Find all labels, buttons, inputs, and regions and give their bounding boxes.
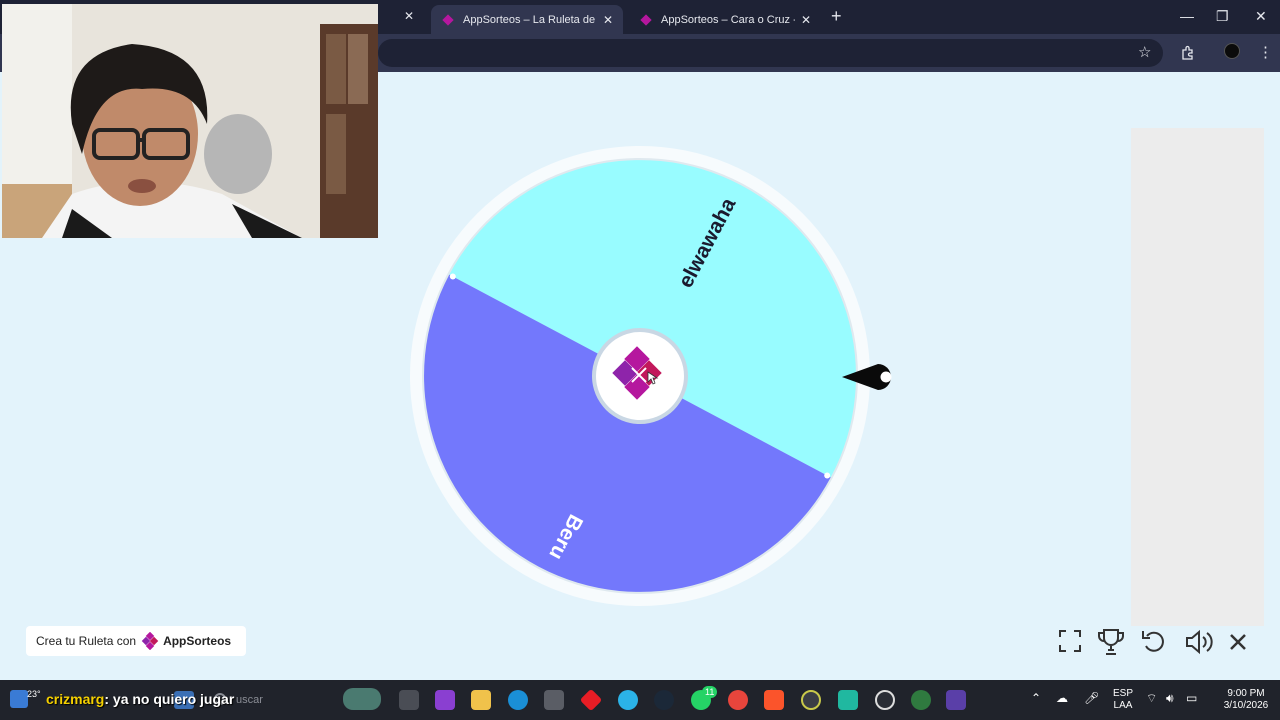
steam-app-icon[interactable]: [654, 690, 674, 710]
obs-app-icon[interactable]: [875, 690, 895, 710]
menu-kebab-icon[interactable]: ⋮: [1258, 43, 1273, 61]
brave-app-icon[interactable]: [764, 690, 784, 710]
wheel-pointer: [842, 364, 892, 390]
close-icon[interactable]: [1228, 632, 1248, 652]
create-wheel-badge[interactable]: Crea tu Ruleta con AppSorteos: [26, 626, 246, 656]
onedrive-icon[interactable]: ☁: [1056, 692, 1068, 704]
microphone-icon[interactable]: 🎤︎: [1084, 692, 1099, 704]
appsorteos-logo-icon: [141, 632, 159, 650]
reset-icon[interactable]: [1141, 628, 1167, 656]
file-manager-app-icon[interactable]: [399, 690, 419, 710]
badge-brand: AppSorteos: [163, 634, 232, 648]
volume-icon[interactable]: [1184, 628, 1214, 656]
clock-date: 3/10/2026: [1223, 700, 1269, 711]
chat-username: crizmarg: [46, 691, 105, 707]
ad-side-panel: [1131, 128, 1264, 626]
appsorteos-favicon-icon: [640, 13, 652, 26]
language-indicator[interactable]: ESP LAA: [1110, 688, 1136, 712]
tab-ruleta[interactable]: AppSorteos – La Ruleta de la Suerte ✕: [431, 5, 623, 34]
stream-chat-message: crizmarg: ya no quiero jugar: [46, 691, 234, 707]
search-highlight-image: [343, 688, 381, 710]
language-code: ESP: [1112, 688, 1133, 699]
webcam-overlay: [2, 4, 378, 238]
tab-close-icon[interactable]: ✕: [597, 13, 613, 27]
store-app-icon[interactable]: [544, 690, 564, 710]
minimize-icon[interactable]: —: [1180, 8, 1194, 24]
temperature: 23°: [27, 689, 41, 699]
chat-text: : ya no quiero jugar: [104, 691, 235, 707]
whatsapp-badge: 11: [702, 686, 718, 698]
trophy-icon[interactable]: [1096, 628, 1126, 656]
window-close-icon[interactable]: ✕: [1255, 8, 1267, 25]
profile-avatar-icon[interactable]: [1224, 43, 1240, 59]
appsorteos-favicon-icon: [442, 13, 454, 26]
bookmark-star-icon[interactable]: ☆: [1138, 43, 1151, 61]
tab-title: AppSorteos – La Ruleta de la Suerte: [463, 13, 597, 26]
segment-divider-dot: [449, 273, 456, 280]
keyboard-layout: LAA: [1113, 700, 1133, 711]
taskbar-search-placeholder[interactable]: uscar: [236, 694, 263, 706]
edge-browser-app-icon[interactable]: [508, 690, 528, 710]
restore-icon[interactable]: ❐: [1216, 8, 1229, 25]
clock-time: 9:00 PM: [1227, 688, 1265, 699]
wheel[interactable]: elwawaha Beru: [410, 146, 870, 606]
chrome-app-icon[interactable]: [728, 690, 748, 710]
weather-widget-icon[interactable]: [10, 690, 28, 708]
tray-chevron-icon[interactable]: ⌃: [1031, 692, 1041, 704]
tab-title: AppSorteos – Cara o Cruz - Tirar Moneda: [661, 13, 795, 26]
wifi-icon[interactable]: ⌔: [1146, 692, 1157, 704]
chrome-active-app-icon[interactable]: [911, 690, 931, 710]
new-tab-icon[interactable]: +: [831, 6, 842, 27]
file-explorer-app-icon[interactable]: [471, 690, 491, 710]
speaker-icon[interactable]: 🔊︎: [1166, 692, 1174, 704]
clock[interactable]: 9:00 PM 3/10/2026: [1214, 688, 1278, 712]
webcam-feed-image: [2, 4, 378, 238]
weather-app-icon[interactable]: [618, 690, 638, 710]
teal-app-icon[interactable]: [838, 690, 858, 710]
badge-prefix: Crea tu Ruleta con: [36, 634, 137, 648]
extensions-icon[interactable]: [1180, 45, 1195, 60]
tab-close-icon[interactable]: ✕: [795, 13, 811, 27]
misc-app-icon[interactable]: [801, 690, 821, 710]
battery-icon[interactable]: ▭: [1186, 692, 1197, 704]
tab-cara-o-cruz[interactable]: AppSorteos – Cara o Cruz - Tirar Moneda …: [629, 5, 821, 34]
tab-close-icon[interactable]: ✕: [404, 9, 414, 23]
segment-divider-dot: [824, 472, 831, 479]
fullscreen-icon[interactable]: [1058, 628, 1082, 654]
copilot-app-icon[interactable]: [435, 690, 455, 710]
address-bar[interactable]: [378, 39, 1163, 67]
streaming-app-icon[interactable]: [946, 690, 966, 710]
